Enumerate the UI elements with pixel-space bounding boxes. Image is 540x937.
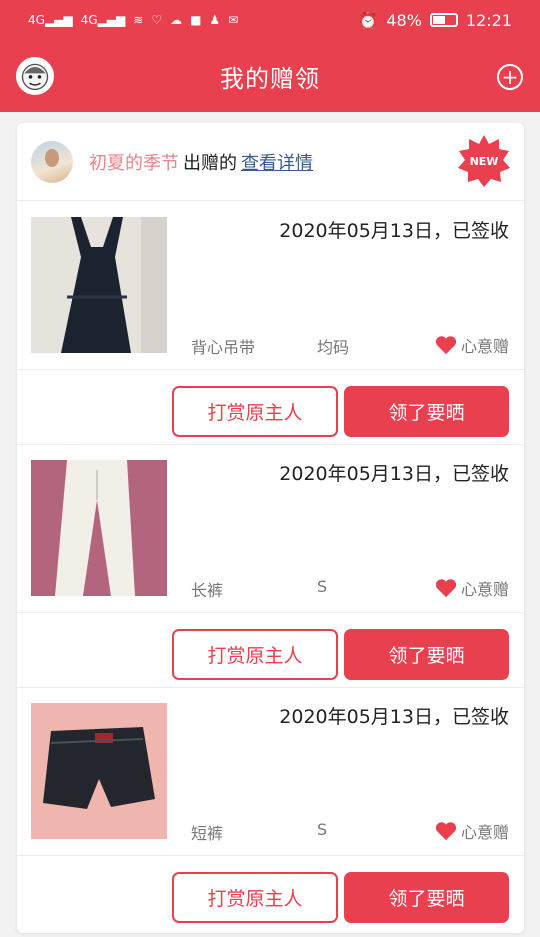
pants-image (31, 460, 167, 596)
battery-icon (429, 13, 458, 27)
giver-avatar[interactable] (31, 140, 73, 183)
item-info[interactable]: 2020年05月13日，已签收 短裤 S 心意赠 (17, 688, 524, 856)
item-date: 2020年05月13日，已签收 (279, 220, 509, 242)
heart-icon (435, 822, 457, 841)
alarm-icon: ⏰ (358, 10, 379, 30)
battery-text: 48% (386, 10, 422, 30)
item-type-label: 心意赠 (460, 823, 509, 842)
user-avatar[interactable] (16, 57, 54, 95)
giver-name[interactable]: 初夏的季节 (89, 149, 179, 175)
status-right: ⏰ 48% 12:21 (358, 11, 512, 30)
qq-icon: ♟ (209, 13, 221, 27)
shorts-image (31, 703, 167, 839)
item-type: 心意赠 (435, 819, 509, 843)
item-type: 心意赠 (435, 576, 509, 600)
item-actions: 打赏原主人 领了要晒 (17, 856, 524, 931)
shield-icon: ♡ (151, 13, 163, 27)
status-bar: 4G▂▄▆ 4G▂▄▆ ≋ ♡ ☁ ■ ♟ ✉ ⏰ 48% 12:21 (0, 0, 540, 40)
item-size: S (317, 820, 328, 839)
gift-item: 2020年05月13日，已签收 背心吊带 均码 心意赠 打赏原主人 领了要晒 (17, 202, 524, 445)
gift-item: 2020年05月13日，已签收 短裤 S 心意赠 打赏原主人 领了要晒 (17, 688, 524, 931)
view-details-link[interactable]: 查看详情 (241, 149, 313, 175)
dress-image (31, 217, 167, 353)
giver-verb: 出赠的 (183, 152, 237, 174)
heart-icon (435, 579, 457, 598)
wifi-icon: ≋ (133, 13, 144, 27)
item-name: 背心吊带 (191, 338, 256, 357)
share-button[interactable]: 领了要晒 (344, 386, 509, 437)
app-icon: ■ (190, 13, 202, 27)
item-type-label: 心意赠 (460, 580, 509, 599)
item-info[interactable]: 2020年05月13日，已签收 长裤 S 心意赠 (17, 445, 524, 613)
avatar-face-icon (21, 63, 49, 91)
share-button[interactable]: 领了要晒 (344, 629, 509, 680)
heart-icon (435, 336, 457, 355)
item-size: 均码 (317, 338, 350, 357)
page-title: 我的赠领 (220, 64, 320, 93)
share-button[interactable]: 领了要晒 (344, 872, 509, 923)
cloud-icon: ☁ (170, 13, 183, 27)
item-name: 长裤 (191, 581, 224, 600)
item-type-label: 心意赠 (460, 337, 509, 356)
item-info[interactable]: 2020年05月13日，已签收 背心吊带 均码 心意赠 (17, 202, 524, 370)
giver-row: 初夏的季节 出赠的 查看详情 NEW (17, 123, 524, 201)
plus-icon: + (501, 65, 519, 89)
gift-card: 初夏的季节 出赠的 查看详情 NEW 2020年05月13日，已签收 背心吊带 … (17, 123, 524, 933)
item-size: S (317, 577, 328, 596)
status-left: 4G▂▄▆ 4G▂▄▆ ≋ ♡ ☁ ■ ♟ ✉ (28, 13, 238, 27)
add-button[interactable]: + (497, 64, 523, 90)
signal-icon: 4G▂▄▆ (80, 13, 126, 27)
clock: 12:21 (465, 10, 512, 30)
reward-owner-button[interactable]: 打赏原主人 (172, 386, 338, 437)
reward-owner-button[interactable]: 打赏原主人 (172, 872, 338, 923)
new-badge-label: NEW (469, 154, 499, 168)
item-photo[interactable] (31, 217, 167, 353)
item-photo[interactable] (31, 460, 167, 596)
item-type: 心意赠 (435, 333, 509, 357)
reward-owner-button[interactable]: 打赏原主人 (172, 629, 338, 680)
signal-icon: 4G▂▄▆ (28, 13, 73, 27)
gift-item: 2020年05月13日，已签收 长裤 S 心意赠 打赏原主人 领了要晒 (17, 445, 524, 688)
message-icon: ✉ (228, 13, 239, 27)
header: 我的赠领 + (0, 40, 540, 112)
item-date: 2020年05月13日，已签收 (279, 463, 509, 485)
item-photo[interactable] (31, 703, 167, 839)
item-date: 2020年05月13日，已签收 (279, 706, 509, 728)
app-bar: 4G▂▄▆ 4G▂▄▆ ≋ ♡ ☁ ■ ♟ ✉ ⏰ 48% 12:21 我的赠领… (0, 0, 540, 112)
item-actions: 打赏原主人 领了要晒 (17, 613, 524, 688)
new-badge: NEW (458, 135, 510, 187)
item-actions: 打赏原主人 领了要晒 (17, 370, 524, 445)
item-name: 短裤 (191, 824, 224, 843)
